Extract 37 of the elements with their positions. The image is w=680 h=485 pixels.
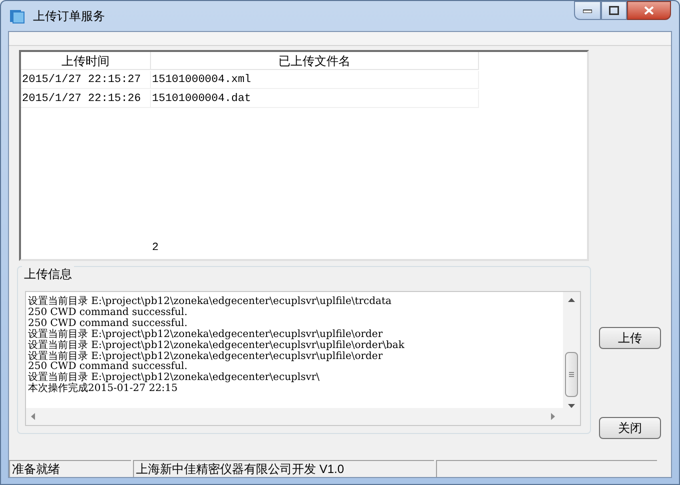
log-line: 250 CWD command successful. (28, 362, 188, 372)
close-dialog-button[interactable]: 关闭 (599, 417, 661, 439)
group-title: 上传信息 (22, 265, 74, 283)
close-button[interactable] (627, 1, 671, 20)
maximize-icon (609, 6, 619, 15)
minimize-icon (583, 8, 592, 12)
up-arrow-icon (568, 298, 575, 302)
vertical-scrollbar[interactable] (563, 292, 580, 408)
close-icon (644, 6, 654, 15)
down-arrow-icon (568, 404, 575, 408)
upload-button[interactable]: 上传 (599, 327, 661, 349)
maximize-button[interactable] (601, 1, 627, 20)
table-cell: 2015/1/27 22:15:26 (21, 90, 151, 108)
table-cell: 15101000004.xml (151, 71, 479, 89)
column-header[interactable]: 已上传文件名 (151, 52, 479, 70)
log-line: 250 CWD command successful. (28, 308, 188, 318)
log-line: 250 CWD command successful. (28, 318, 188, 329)
status-panel: 准备就绪 (9, 460, 131, 477)
table-cell: 2015/1/27 22:15:27 (21, 71, 151, 89)
minimize-button[interactable] (574, 1, 601, 20)
log-line: 设置当前目录 E:\project\pb12\zoneka\edgecenter\ecuplsvr\uplfile\order (28, 352, 383, 362)
log-line: 设置当前目录 E:\project\pb12\zoneka\edgecenter\ecuplsvr\uplfile\trcdata (28, 297, 392, 307)
right-arrow-icon (551, 413, 555, 420)
app-icon (9, 8, 25, 24)
table-cell: 15101000004.dat (151, 90, 479, 108)
grip-icon (569, 372, 574, 377)
horizontal-scrollbar[interactable] (26, 408, 580, 425)
log-line: 设置当前目录 E:\project\pb12\zoneka\edgecenter\ecuplsvr\uplfile\order (28, 330, 383, 340)
window-title: 上传订单服务 (33, 8, 105, 25)
log-line: 设置当前目录 E:\project\pb12\zoneka\edgecenter\ecuplsvr\ (28, 373, 320, 384)
status-panel: 上海新中佳精密仪器有限公司开发 V1.0 (133, 460, 434, 477)
log-line: 本次操作完成2015-01-27 22:15 (28, 384, 178, 396)
left-arrow-icon (31, 413, 35, 420)
column-header[interactable]: 上传时间 (21, 52, 151, 70)
log-line: 设置当前目录 E:\project\pb12\zoneka\edgecenter\ecuplsvr\uplfile\order\bak (28, 340, 404, 351)
scroll-thumb[interactable] (565, 352, 578, 397)
row-count: 2 (152, 240, 159, 256)
